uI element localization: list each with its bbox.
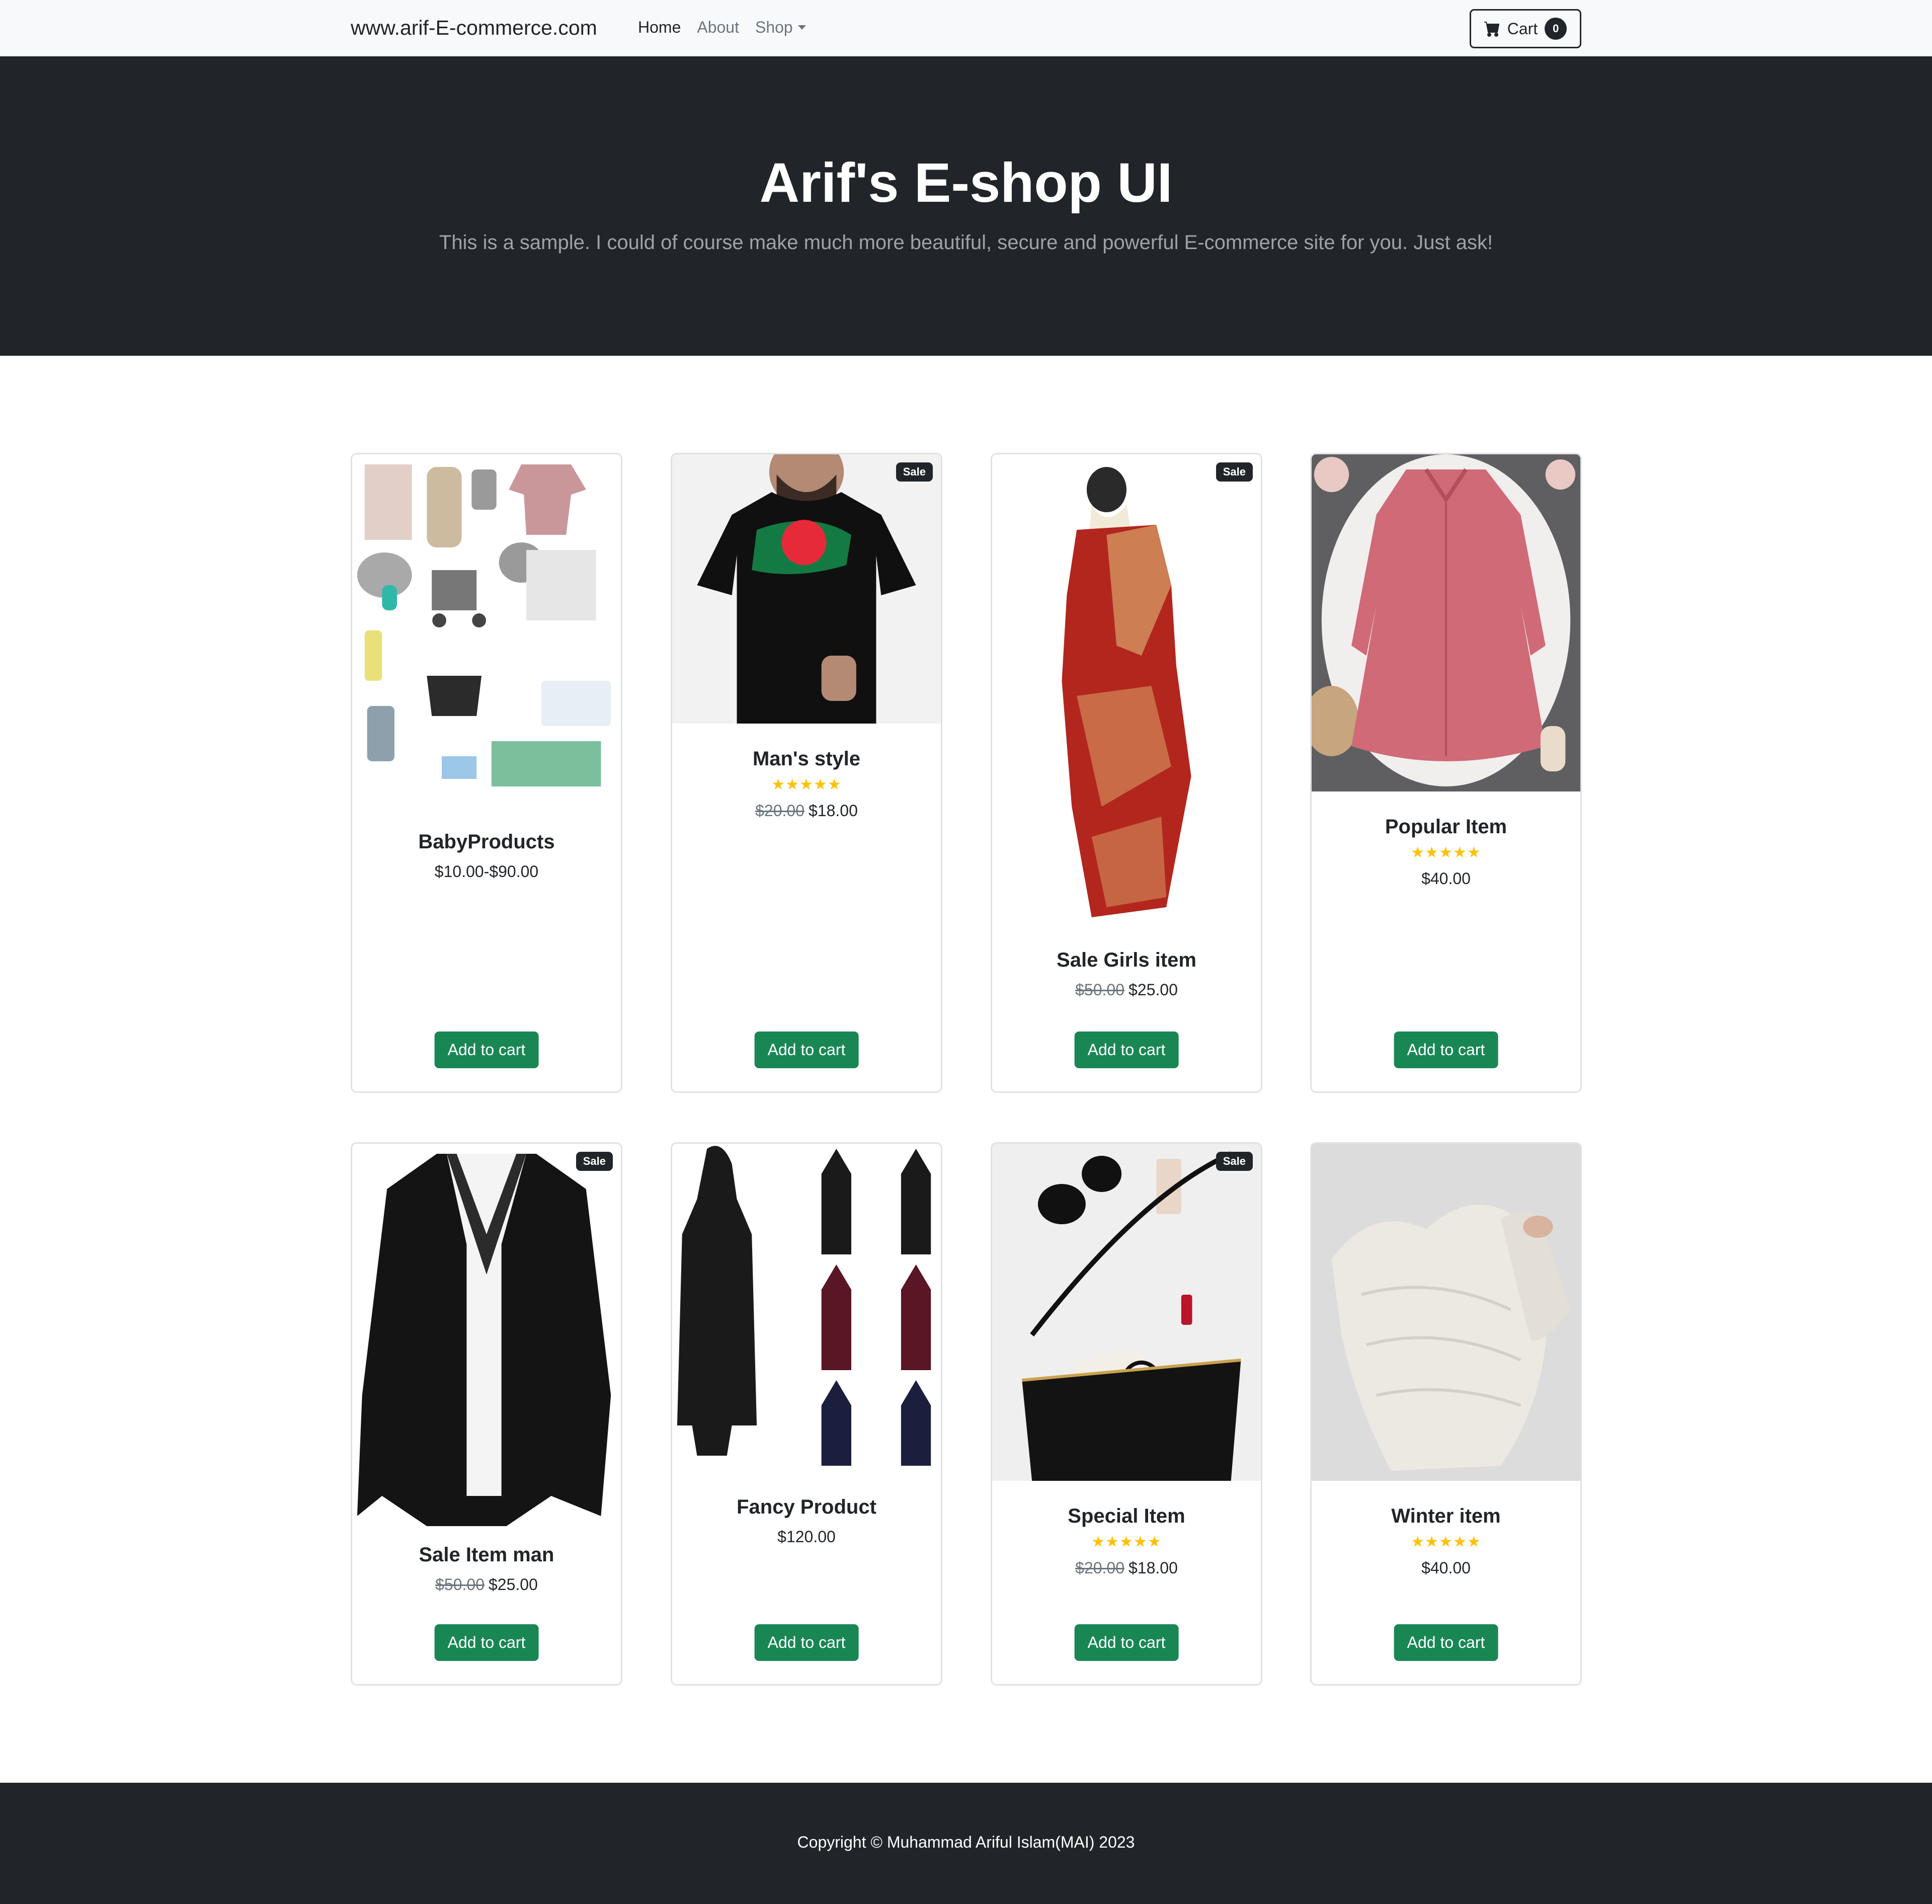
product-details: Special Item ★★★★★ $20.00 $18.00 — [992, 1505, 1261, 1577]
old-price: $20.00 — [1075, 1559, 1124, 1577]
add-to-cart-button[interactable]: Add to cart — [1394, 1032, 1498, 1068]
product-card: Sale Special Item ★★★★★ $20.00 $18.00 Add… — [991, 1142, 1262, 1686]
old-price: $50.00 — [1075, 981, 1124, 999]
current-price: $40.00 — [1421, 869, 1471, 888]
product-image-winter-item — [1312, 1144, 1580, 1481]
old-price: $20.00 — [755, 802, 804, 820]
product-title: Winter item — [1391, 1505, 1501, 1527]
add-to-cart-button[interactable]: Add to cart — [1394, 1624, 1498, 1661]
star-rating-icon: ★★★★★ — [1411, 844, 1481, 861]
product-title: Sale Girls item — [1057, 949, 1196, 971]
product-card: Winter item ★★★★★ $40.00 Add to cart — [1310, 1142, 1582, 1686]
nav-link-home[interactable]: Home — [638, 18, 681, 37]
nav-links: Home About Shop — [638, 18, 806, 37]
shopping-cart-icon — [1484, 22, 1499, 37]
product-title: Sale Item man — [419, 1544, 554, 1566]
nav-link-about[interactable]: About — [697, 18, 739, 37]
old-price: $50.00 — [435, 1575, 485, 1594]
current-price: $18.00 — [809, 802, 858, 820]
product-card: Sale Sale Item man $50.00 $25.00 Add to c… — [351, 1142, 622, 1686]
product-title: Man's style — [752, 748, 861, 770]
product-image-sale-item-man — [352, 1144, 621, 1531]
product-card: Sale Man's style ★★★★★ $20.00 $18.00 Add … — [671, 453, 942, 1093]
product-card: Fancy Product $120.00 Add to cart — [671, 1142, 942, 1686]
star-rating-icon: ★★★★★ — [1091, 1534, 1162, 1550]
add-to-cart-button[interactable]: Add to cart — [1074, 1624, 1179, 1661]
product-card: BabyProducts $10.00-$90.00 Add to cart — [351, 453, 622, 1093]
cart-count-badge: 0 — [1545, 18, 1567, 40]
product-price: $20.00 $18.00 — [992, 1559, 1261, 1577]
product-details: Popular Item ★★★★★ $40.00 — [1312, 816, 1580, 888]
cart-button[interactable]: Cart 0 — [1470, 9, 1581, 48]
add-to-cart-button[interactable]: Add to cart — [434, 1032, 539, 1068]
product-details: Man's style ★★★★★ $20.00 $18.00 — [672, 748, 941, 820]
product-image-sale-girls-item — [992, 454, 1261, 925]
add-to-cart-button[interactable]: Add to cart — [434, 1624, 539, 1661]
hero-banner: Arif's E-shop UI This is a sample. I cou… — [0, 56, 1932, 356]
product-image-popular-item — [1312, 454, 1580, 791]
product-image-fancy-product — [672, 1144, 941, 1471]
sale-badge: Sale — [1216, 462, 1253, 482]
current-price: $25.00 — [489, 1575, 538, 1594]
sale-badge: Sale — [1216, 1152, 1253, 1171]
star-rating-icon: ★★★★★ — [1411, 1534, 1481, 1550]
brand-link[interactable]: www.arif-E-commerce.com — [351, 16, 597, 40]
product-title: Fancy Product — [737, 1496, 876, 1518]
navbar: www.arif-E-commerce.com Home About Shop … — [0, 0, 1932, 56]
product-price: $10.00-$90.00 — [352, 862, 621, 881]
product-title: Special Item — [1068, 1505, 1185, 1527]
product-price: $50.00 $25.00 — [992, 981, 1261, 999]
product-title: BabyProducts — [418, 831, 555, 853]
product-image-baby-products — [352, 454, 621, 807]
nav-dropdown-shop[interactable]: Shop — [755, 18, 806, 37]
current-price: $40.00 — [1421, 1559, 1471, 1577]
cart-label: Cart — [1507, 19, 1538, 38]
add-to-cart-button[interactable]: Add to cart — [754, 1624, 859, 1661]
current-price: $10.00-$90.00 — [434, 862, 539, 881]
product-image-mans-style — [672, 454, 941, 724]
product-title: Popular Item — [1385, 816, 1507, 838]
hero-subtitle: This is a sample. I could of course make… — [439, 231, 1493, 254]
caret-down-icon — [797, 25, 806, 30]
product-image-special-item — [992, 1144, 1261, 1481]
star-rating-icon: ★★★★★ — [771, 776, 842, 793]
add-to-cart-button[interactable]: Add to cart — [1074, 1032, 1179, 1068]
product-price: $40.00 — [1312, 869, 1580, 888]
hero-title: Arif's E-shop UI — [759, 152, 1173, 214]
product-price: $120.00 — [672, 1528, 941, 1546]
product-details: Sale Girls item $50.00 $25.00 — [992, 949, 1261, 999]
current-price: $120.00 — [777, 1528, 836, 1546]
add-to-cart-button[interactable]: Add to cart — [754, 1032, 859, 1068]
product-details: Fancy Product $120.00 — [672, 1496, 941, 1546]
product-price: $20.00 $18.00 — [672, 802, 941, 820]
current-price: $18.00 — [1129, 1559, 1178, 1577]
sale-badge: Sale — [896, 462, 933, 482]
nav-dropdown-shop-label: Shop — [755, 18, 793, 36]
footer: Copyright © Muhammad Ariful Islam(MAI) 2… — [0, 1783, 1932, 1904]
product-card: Sale Sale Girls item $50.00 $25.00 Add to… — [991, 453, 1262, 1093]
product-details: Sale Item man $50.00 $25.00 — [352, 1544, 621, 1594]
product-price: $40.00 — [1312, 1559, 1580, 1577]
product-details: Winter item ★★★★★ $40.00 — [1312, 1505, 1580, 1577]
product-price: $50.00 $25.00 — [352, 1575, 621, 1594]
product-details: BabyProducts $10.00-$90.00 — [352, 831, 621, 881]
sale-badge: Sale — [576, 1152, 613, 1171]
copyright-text: Copyright © Muhammad Ariful Islam(MAI) 2… — [797, 1833, 1135, 1851]
product-card: Popular Item ★★★★★ $40.00 Add to cart — [1310, 453, 1582, 1093]
current-price: $25.00 — [1129, 981, 1178, 999]
